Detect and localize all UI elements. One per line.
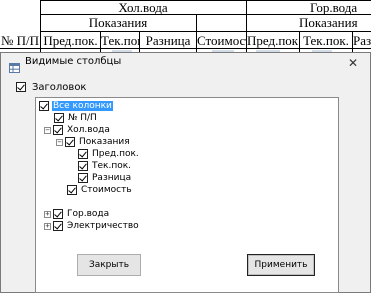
tree-checkbox[interactable] [53,125,63,135]
tree-item-number[interactable]: № П/П [54,112,98,124]
col-raznica: Разница [145,33,191,48]
visible-columns-dialog: Видимые столбцы ✕ Заголовок Все колонки … [0,52,371,293]
tree-item-gor-voda[interactable]: + Гор.вода [44,208,110,220]
tree-item-hol-voda[interactable]: − Хол.вода [44,124,111,136]
grid-line [0,48,371,49]
close-button[interactable]: Закрыть [77,254,141,276]
collapse-icon[interactable]: − [44,126,51,134]
collapse-icon[interactable]: − [56,138,63,146]
header-checkbox[interactable] [16,82,26,92]
col-pred-pok-2: Пред.пок. [247,33,299,48]
dialog-title: Видимые столбцы [25,56,122,67]
close-icon[interactable]: ✕ [346,56,360,70]
expand-icon[interactable]: + [44,222,51,230]
tree-checkbox[interactable] [54,113,64,123]
tree-checkbox[interactable] [78,149,88,159]
tree-checkbox[interactable] [39,101,49,111]
tree-item-pred-pok[interactable]: Пред.пок. [78,148,140,160]
header-gor-voda: Гор.вода [310,0,358,14]
tree-checkbox[interactable] [67,185,77,195]
expand-icon[interactable]: + [44,210,51,218]
header-pokazaniya-2: Показания [299,15,358,30]
tree-item-elektrichestvo[interactable]: + Электричество [44,220,140,232]
dialog-titlebar[interactable]: Видимые столбцы ✕ [1,53,370,73]
tree-checkbox[interactable] [78,161,88,171]
col-stoimost: Стоимость [197,33,246,48]
col-tek-pok: Тек.пок. [101,33,139,48]
grid-line [40,31,371,32]
col-pred-pok: Пред.пок. [43,33,98,48]
tree-item-raznica[interactable]: Разница [78,172,132,184]
window-grid-icon [9,58,20,73]
tree-item-stoimost[interactable]: Стоимость [67,184,133,196]
header-checkbox-label: Заголовок [32,81,87,93]
tree-item-tek-pok[interactable]: Тек.пок. [78,160,132,172]
tree-checkbox[interactable] [53,209,63,219]
header-checkbox-row[interactable]: Заголовок [16,80,86,94]
header-pokazaniya-1: Показания [88,15,148,30]
col-raznica-2: Разн [353,33,371,48]
tree-checkbox[interactable] [78,173,88,183]
col-number: № П/П [0,33,40,48]
apply-button[interactable]: Применить [247,254,315,276]
header-hol-voda: Хол.вода [118,0,168,14]
col-tek-pok-2: Тек.пок. [303,33,349,48]
tree-checkbox[interactable] [65,137,75,147]
tree-checkbox[interactable] [53,221,63,231]
tree-item-all-columns[interactable]: Все колонки [39,100,113,112]
tree-item-pokazaniya[interactable]: − Показания [56,136,131,148]
